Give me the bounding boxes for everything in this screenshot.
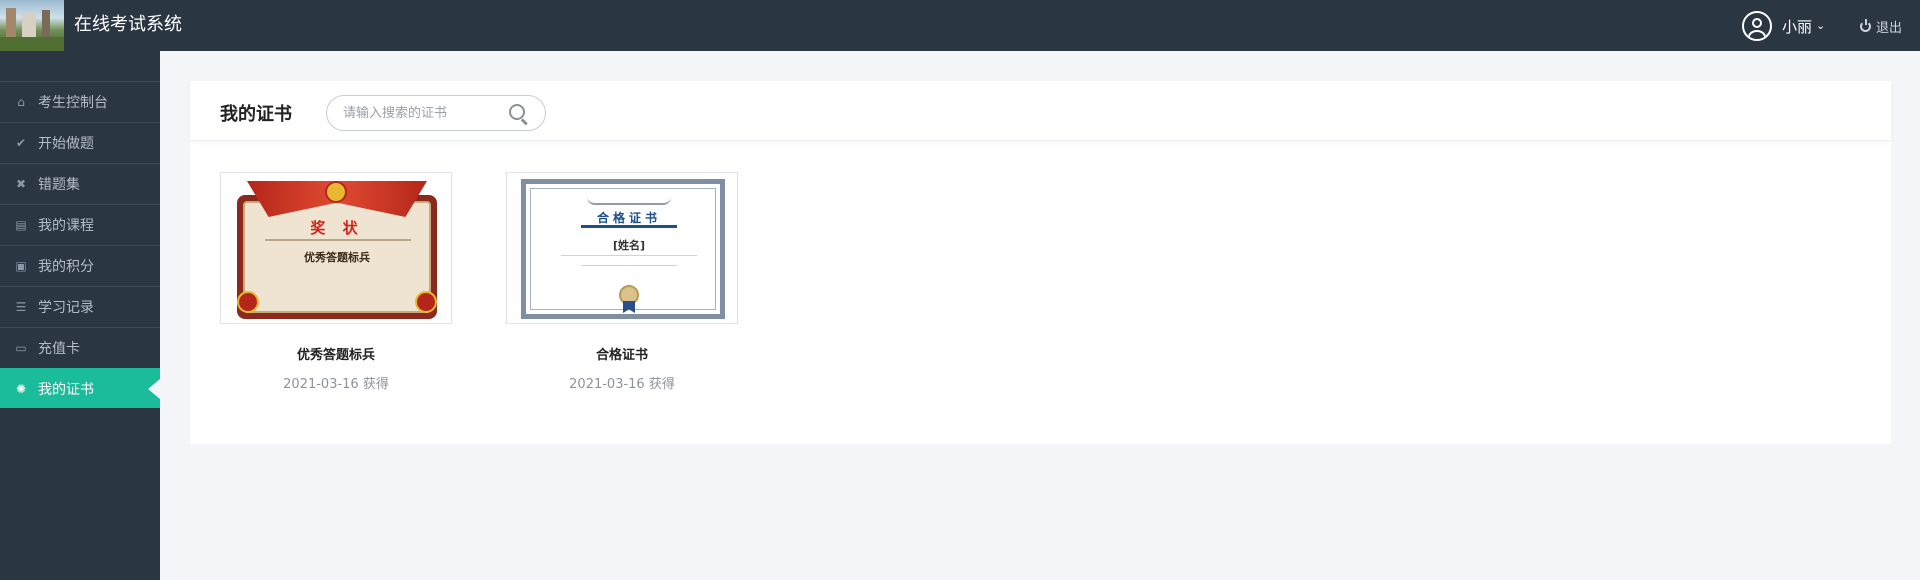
sidebar-item-label: 我的课程 <box>38 217 94 234</box>
sidebar-item-label: 充值卡 <box>38 340 80 357</box>
search-input[interactable] <box>343 104 503 122</box>
sidebar-item-wrong-questions[interactable]: ✖ 错题集 <box>0 163 160 203</box>
user-menu[interactable]: 小丽 ⌄ <box>1742 11 1825 41</box>
sidebar-item-dashboard[interactable]: ⌂ 考生控制台 <box>0 81 160 121</box>
chevron-down-icon: ⌄ <box>1816 18 1826 32</box>
logout-button[interactable]: 退出 <box>1860 17 1902 36</box>
certificate-card[interactable]: 合格证书 [姓名] 合格证书 2021-03-16 获得 <box>506 172 738 392</box>
gift-icon: ▣ <box>15 258 27 273</box>
check-circle-icon: ✔ <box>15 135 27 150</box>
home-icon: ⌂ <box>17 94 25 109</box>
sidebar-item-label: 我的证书 <box>38 381 94 398</box>
certificate-card[interactable]: 奖 状 优秀答题标兵 优秀答题标兵 2021-03-16 获得 <box>220 172 452 392</box>
star-badge-icon <box>237 291 259 313</box>
user-name: 小丽 <box>1782 17 1813 36</box>
certificate-heading: 奖 状 <box>310 219 364 237</box>
credit-card-icon: ▭ <box>15 340 27 355</box>
sidebar-item-label: 开始做题 <box>38 135 94 152</box>
sidebar-item-study-records[interactable]: ☰ 学习记录 <box>0 286 160 326</box>
search-icon[interactable] <box>509 104 525 120</box>
sidebar-item-recharge-card[interactable]: ▭ 充值卡 <box>0 327 160 367</box>
sidebar-item-label: 学习记录 <box>38 299 94 316</box>
sidebar-item-label: 考生控制台 <box>38 94 108 111</box>
sidebar-item-label: 我的积分 <box>38 258 94 275</box>
search-box <box>326 95 546 131</box>
certificate-heading: 合格证书 <box>596 211 661 225</box>
app-title: 在线考试系统 <box>74 14 182 35</box>
top-bar: 在线考试系统 小丽 ⌄ 退出 <box>0 0 1920 51</box>
sidebar-item-certificates[interactable]: ✺ 我的证书 <box>0 368 160 408</box>
logout-label: 退出 <box>1876 21 1903 36</box>
certificate-name: 优秀答题标兵 <box>296 348 375 363</box>
certificate-name: 合格证书 <box>595 348 648 363</box>
list-icon: ☰ <box>15 299 27 314</box>
star-badge-icon <box>415 291 437 313</box>
sidebar-item-points[interactable]: ▣ 我的积分 <box>0 245 160 285</box>
certificate-date: 2021-03-16 获得 <box>569 377 675 392</box>
book-icon: ▤ <box>15 217 27 232</box>
certificate-date: 2021-03-16 获得 <box>283 377 389 392</box>
emblem-icon <box>325 181 347 203</box>
power-icon <box>1860 19 1871 32</box>
sidebar-item-label: 错题集 <box>38 176 80 193</box>
x-circle-icon: ✖ <box>15 176 27 191</box>
certificate-thumbnail[interactable]: 合格证书 [姓名] <box>506 172 738 324</box>
sidebar-item-courses[interactable]: ▤ 我的课程 <box>0 204 160 244</box>
certificate-icon: ✺ <box>15 381 27 396</box>
logo-image <box>0 0 64 51</box>
certificate-thumbnail[interactable]: 奖 状 优秀答题标兵 <box>220 172 452 324</box>
certificate-subtitle: 优秀答题标兵 <box>304 251 370 264</box>
page-title: 我的证书 <box>220 104 292 125</box>
sidebar: ⌂ 考生控制台 ✔ 开始做题 ✖ 错题集 ▤ 我的课程 ▣ 我的积分 ☰ 学习记… <box>0 51 160 580</box>
panel-header: 我的证书 <box>190 81 1891 141</box>
certificate-subtitle: [姓名] <box>612 239 646 252</box>
avatar-icon <box>1742 11 1772 41</box>
certificates-panel: 我的证书 奖 状 优秀答题标兵 优秀答题标兵 2021-03-16 获得 合格证… <box>190 81 1891 444</box>
sidebar-item-start-practice[interactable]: ✔ 开始做题 <box>0 122 160 162</box>
